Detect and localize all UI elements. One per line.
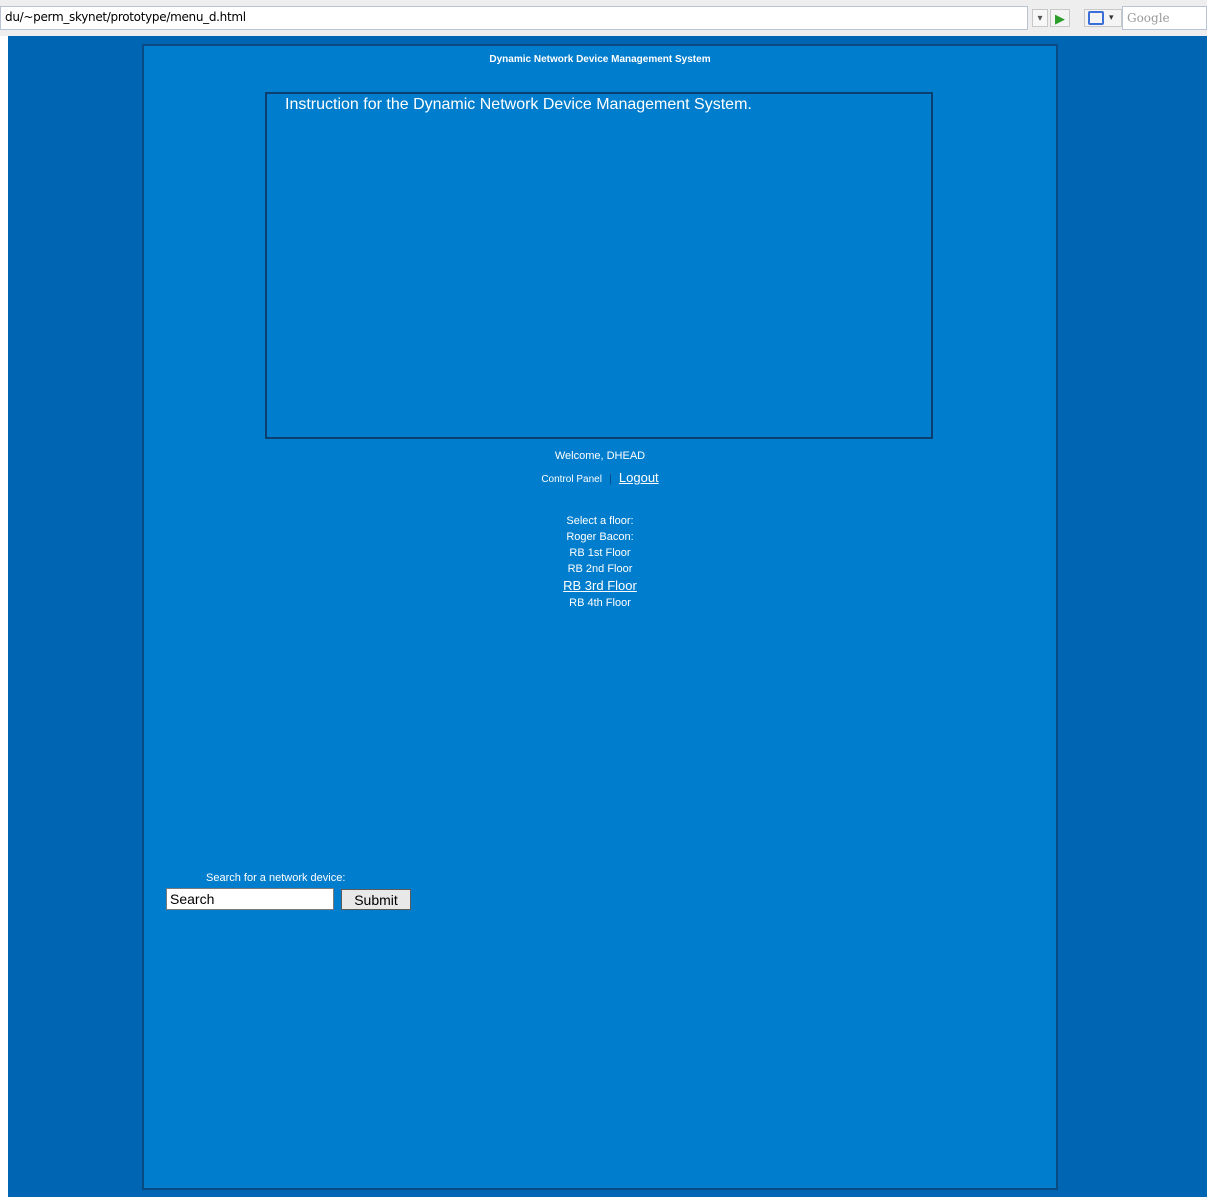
address-bar[interactable]: du/~perm_skynet/prototype/menu_d.html	[0, 6, 1028, 30]
page-title: Dynamic Network Device Management System	[489, 54, 711, 65]
floor-item[interactable]: RB 2nd Floor	[144, 561, 1056, 577]
instructions-box: Instruction for the Dynamic Network Devi…	[265, 92, 933, 439]
search-label: Search for a network device:	[206, 872, 346, 884]
chevron-down-icon: ▾	[1109, 12, 1114, 22]
search-engine-selector[interactable]: ▾	[1084, 9, 1122, 27]
nav-separator: |	[608, 473, 612, 485]
browser-toolbar: du/~perm_skynet/prototype/menu_d.html ▾ …	[0, 0, 1207, 36]
go-button[interactable]: ▶	[1050, 9, 1070, 27]
user-nav: Control Panel | Logout	[144, 470, 1056, 485]
browser-search-field[interactable]: Google	[1122, 6, 1207, 30]
floor-item[interactable]: RB 3rd Floor	[144, 577, 1056, 595]
control-panel-link[interactable]: Control Panel	[541, 474, 602, 485]
address-url: du/~perm_skynet/prototype/menu_d.html	[5, 10, 246, 24]
logout-link[interactable]: Logout	[619, 470, 659, 485]
floor-item[interactable]: RB 4th Floor	[144, 595, 1056, 611]
chevron-down-icon: ▾	[1037, 13, 1043, 24]
floor-item[interactable]: RB 1st Floor	[144, 545, 1056, 561]
main-panel: Dynamic Network Device Management System…	[142, 44, 1058, 1190]
building-label: Roger Bacon:	[566, 531, 634, 543]
floor-selector: Select a floor: Roger Bacon: RB 1st Floo…	[144, 513, 1056, 611]
instructions-text: Instruction for the Dynamic Network Devi…	[285, 96, 752, 113]
browser-search-placeholder: Google	[1127, 11, 1170, 25]
submit-button[interactable]: Submit	[341, 889, 411, 910]
address-dropdown-button[interactable]: ▾	[1032, 9, 1048, 27]
search-input[interactable]	[166, 888, 334, 910]
search-engine-logo-icon	[1088, 11, 1104, 25]
welcome-message: Welcome, DHEAD	[554, 450, 646, 462]
window-edge	[0, 36, 8, 1197]
floor-prompt: Select a floor:	[566, 515, 634, 527]
play-arrow-icon: ▶	[1055, 11, 1065, 26]
